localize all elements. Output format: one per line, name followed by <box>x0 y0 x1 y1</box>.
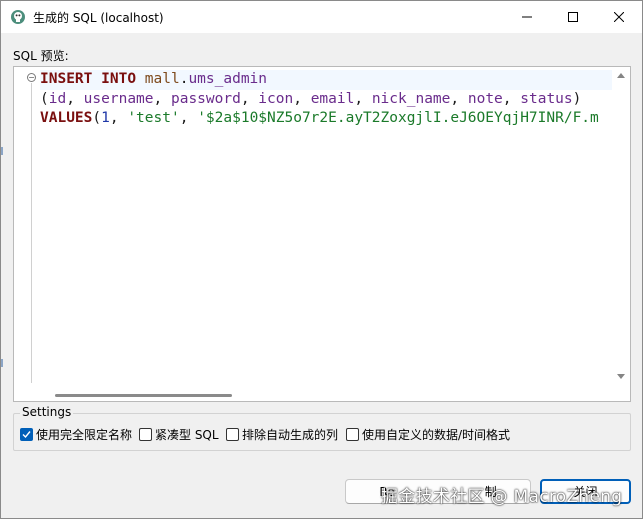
close-icon <box>614 12 624 22</box>
code-token: mall <box>144 71 180 87</box>
title-bar: 生成的 SQL (localhost) <box>1 1 642 33</box>
code-token: ) <box>572 90 582 107</box>
checkmark-icon <box>22 431 31 439</box>
checkbox[interactable] <box>139 428 152 441</box>
option-compact-sql[interactable]: 紧凑型 SQL <box>139 426 219 443</box>
checkbox[interactable] <box>226 428 239 441</box>
settings-title: Settings <box>20 405 74 419</box>
sql-code[interactable]: INSERT INTO mall.ums_admin (id, username,… <box>40 70 612 385</box>
settings-group: Settings 使用完全限定名称 紧凑型 SQL 排除自动生成的列 使用自定义… <box>13 405 631 451</box>
scroll-down-icon[interactable] <box>617 374 625 379</box>
minimize-icon <box>522 16 532 18</box>
watermark: 掘金技术社区 @ MacroZheng <box>381 487 623 507</box>
window-edge-mark <box>1 147 3 155</box>
code-token: , <box>450 90 468 107</box>
code-token: ums_admin <box>188 71 268 87</box>
option-label: 紧凑型 SQL <box>155 428 219 442</box>
option-custom-datetime-format[interactable]: 使用自定义的数据/时间格式 <box>346 426 510 443</box>
horizontal-scroll-thumb[interactable] <box>55 394 232 397</box>
code-token: , <box>354 90 372 107</box>
code-token: , <box>179 110 198 126</box>
maximize-button[interactable] <box>550 1 596 33</box>
code-token: note <box>467 90 503 107</box>
code-token: password <box>170 90 241 107</box>
code-token: VALUES <box>40 110 93 126</box>
code-token: INTO <box>101 71 137 87</box>
code-token: 'test' <box>127 110 180 126</box>
code-token: id <box>48 90 67 107</box>
code-token: ( <box>40 90 49 107</box>
option-label: 排除自动生成的列 <box>242 428 339 442</box>
option-label: 使用完全限定名称 <box>36 428 133 442</box>
window-edge-mark <box>1 359 3 367</box>
vertical-scrollbar[interactable] <box>613 67 630 385</box>
fold-collapse-icon[interactable]: − <box>27 73 36 82</box>
window-title: 生成的 SQL (localhost) <box>33 11 164 25</box>
option-fully-qualified-names[interactable]: 使用完全限定名称 <box>20 426 132 443</box>
code-token: icon <box>258 90 294 107</box>
sql-editor[interactable]: − INSERT INTO mall.ums_admin (id, usernam… <box>13 66 631 402</box>
code-token: nick_name <box>371 90 451 107</box>
maximize-icon <box>568 12 578 22</box>
code-token: , <box>109 110 128 126</box>
app-icon <box>11 10 25 24</box>
code-token: , <box>153 90 171 107</box>
scroll-up-icon[interactable] <box>617 73 625 78</box>
option-exclude-auto-columns[interactable]: 排除自动生成的列 <box>226 426 338 443</box>
checkbox[interactable] <box>346 428 359 441</box>
sql-preview-label: SQL 预览: <box>13 49 69 63</box>
minimize-button[interactable] <box>504 1 550 33</box>
code-token: email <box>310 90 355 107</box>
code-token: INSERT <box>40 71 93 87</box>
code-token: , <box>240 90 259 107</box>
fold-guide <box>31 83 32 383</box>
option-label: 使用自定义的数据/时间格式 <box>362 428 511 442</box>
code-token: username <box>83 90 154 107</box>
checkbox[interactable] <box>20 428 33 441</box>
code-line: INSERT INTO mall.ums_admin <box>40 70 612 90</box>
sql-preview-dialog: 生成的 SQL (localhost) SQL 预览: − INSERT INT… <box>0 0 643 519</box>
code-line: (id, username, password, icon, email, ni… <box>40 90 612 110</box>
code-token: status <box>520 90 573 107</box>
horizontal-scrollbar[interactable] <box>14 385 613 401</box>
scroll-corner <box>613 385 630 401</box>
close-window-button[interactable] <box>596 1 642 33</box>
code-token: ( <box>92 110 102 126</box>
editor-gutter: − <box>14 67 37 385</box>
code-token: , <box>66 90 84 107</box>
code-token: , <box>502 90 521 107</box>
code-token: 1 <box>101 110 110 126</box>
code-token: , <box>293 90 311 107</box>
code-line: VALUES(1, 'test', '$2a$10$NZ5o7r2E.ayT2Z… <box>40 109 612 129</box>
code-token: '$2a$10$NZ5o7r2E.ayT2ZoxgjlI.eJ6OEYqjH7I… <box>197 110 599 126</box>
